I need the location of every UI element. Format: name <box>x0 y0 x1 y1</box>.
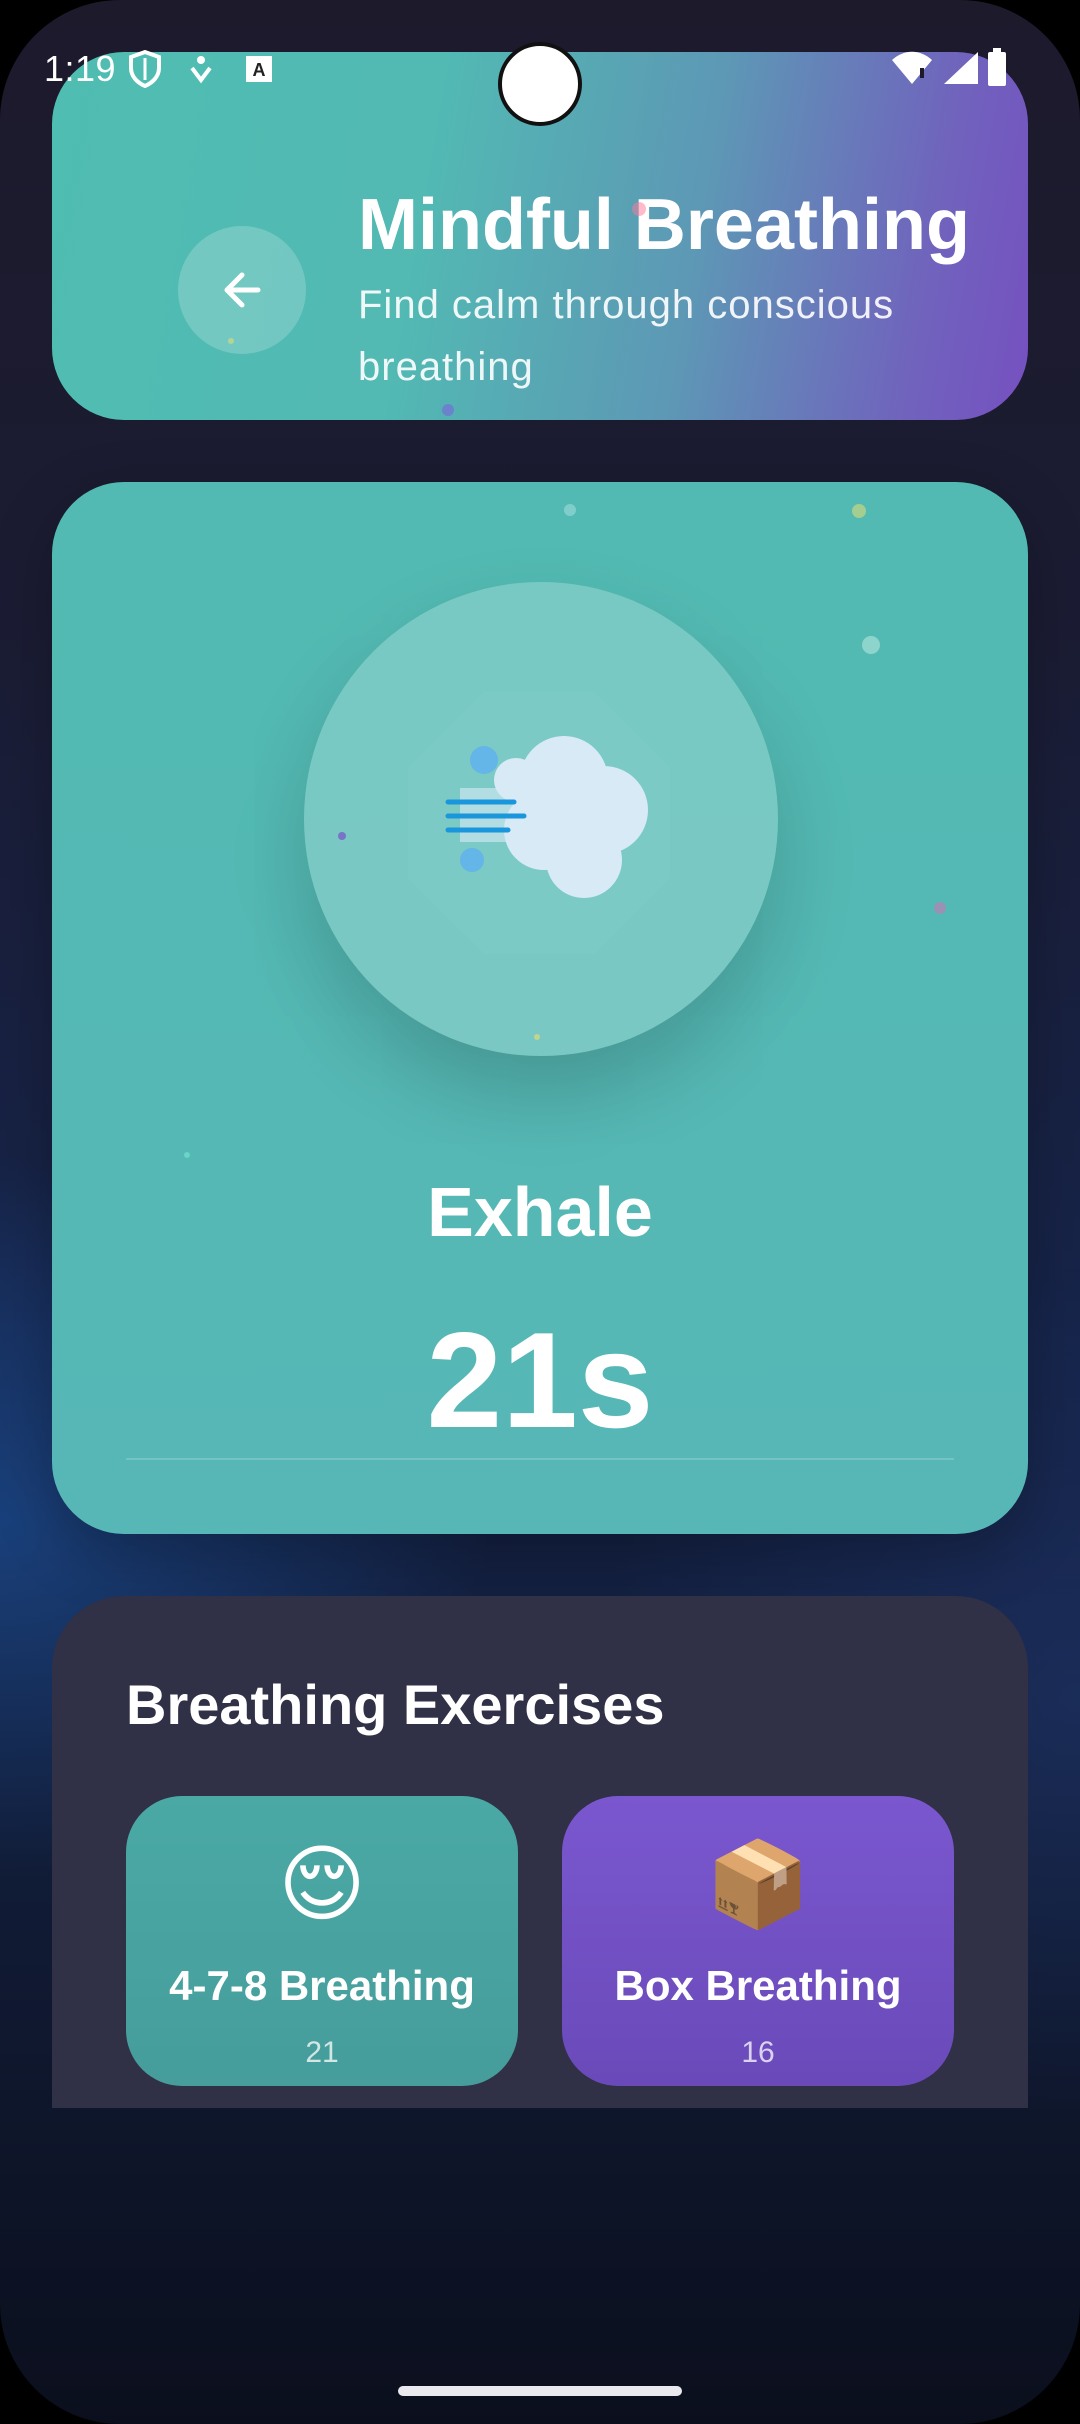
shield-icon <box>129 50 161 88</box>
status-time: 1:19 <box>44 48 117 89</box>
home-indicator[interactable] <box>398 2386 682 2396</box>
page-title: Mindful Breathing <box>358 185 970 265</box>
exercise-duration: 16 <box>741 2036 775 2069</box>
accessibility-icon <box>190 56 212 84</box>
keyboard-icon: A <box>246 56 272 82</box>
arrow-left-icon <box>224 272 261 308</box>
package-icon: 📦 <box>705 1837 811 1931</box>
wind-face-icon <box>445 736 648 898</box>
signal-icon <box>944 52 978 84</box>
breathing-card: Exhale 21s <box>52 482 1028 1534</box>
battery-icon <box>988 48 1006 86</box>
exercise-card-box[interactable]: 📦 Box Breathing 16 <box>562 1796 954 2086</box>
breathing-phase: Exhale <box>427 1173 653 1251</box>
exercise-card-478[interactable]: 😌 4-7-8 Breathing 21 <box>126 1796 518 2086</box>
camera-cutout <box>498 42 582 126</box>
exercise-name: 4-7-8 Breathing <box>169 1962 475 2009</box>
progress-track <box>126 1458 954 1460</box>
exercise-duration: 21 <box>305 2036 339 2069</box>
page-subtitle: Find calm through conscious breathing <box>358 283 895 389</box>
svg-text:A: A <box>253 60 266 80</box>
breathing-circle[interactable] <box>304 582 778 1056</box>
relieved-face-icon: 😌 <box>278 1837 366 1931</box>
breathing-timer: 21s <box>426 1304 654 1456</box>
phone-screen: 1:19 A Mindful Breathing Find calm throu… <box>0 0 1080 2424</box>
exercise-name: Box Breathing <box>614 1962 902 2009</box>
wifi-icon <box>892 51 932 84</box>
back-button[interactable] <box>178 226 306 354</box>
section-title: Breathing Exercises <box>126 1673 665 1736</box>
exercises-panel: Breathing Exercises 😌 4-7-8 Breathing 21… <box>52 1596 1028 2108</box>
